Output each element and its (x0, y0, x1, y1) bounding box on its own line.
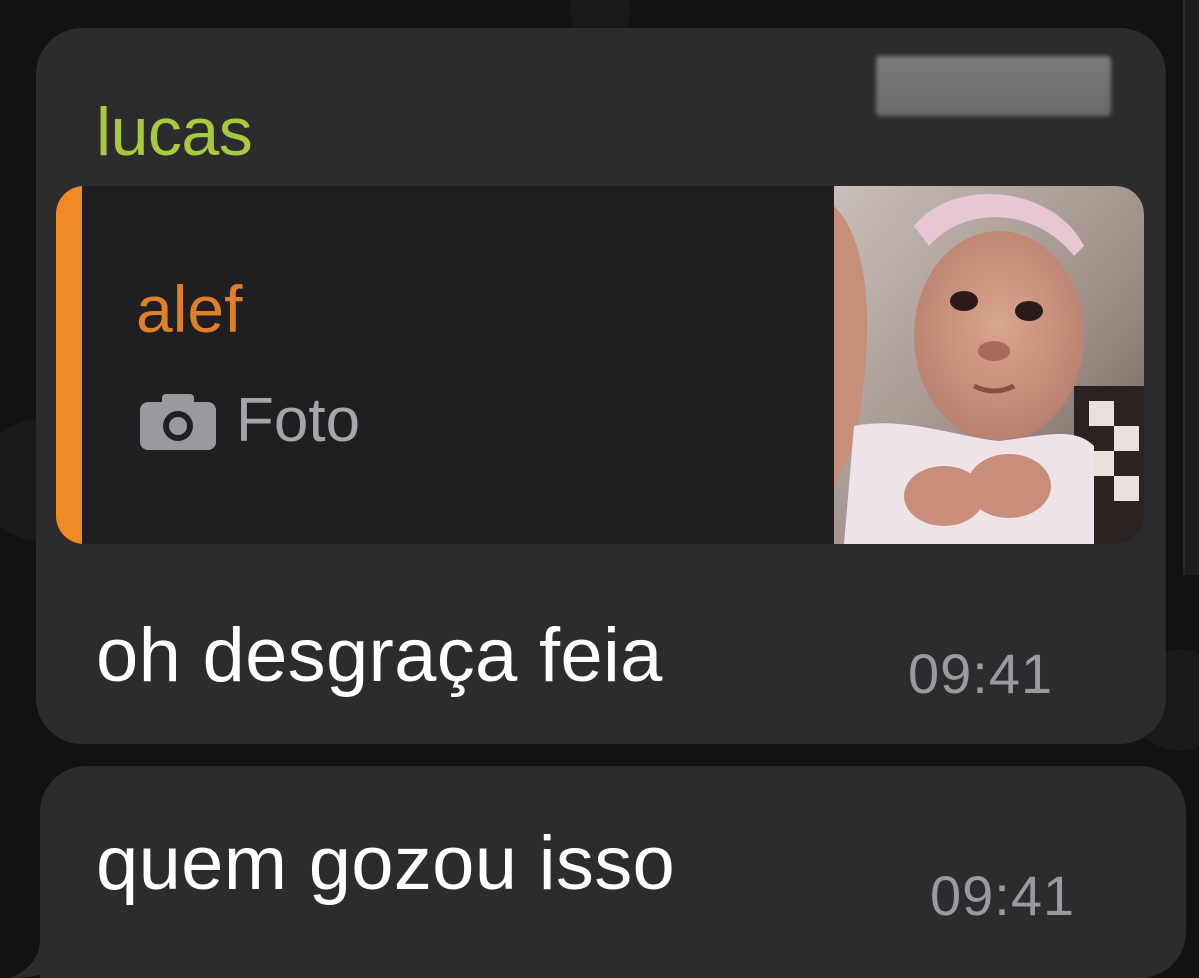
quoted-caption: Foto (138, 390, 360, 452)
baby-photo-image (834, 186, 1144, 544)
camera-icon (140, 394, 216, 450)
message-text: oh desgraça feia (96, 613, 663, 698)
quoted-caption-text: Foto (236, 386, 361, 455)
message-bubble[interactable]: lucas alef Foto oh desgraça feia 09:41 (36, 28, 1166, 744)
quoted-sender-name: alef (136, 272, 243, 346)
scrollbar-edge (1183, 0, 1199, 575)
message-bubble[interactable]: quem gozou isso 09:41 (40, 766, 1186, 978)
quoted-reply[interactable]: alef Foto (56, 186, 1144, 544)
redacted-area (876, 56, 1111, 116)
message-timestamp: 09:41 (908, 642, 1054, 705)
message-timestamp: 09:41 (930, 864, 1076, 927)
quote-accent-bar (56, 186, 82, 544)
quoted-photo-thumbnail[interactable] (834, 186, 1144, 544)
sender-name[interactable]: lucas (96, 98, 253, 166)
message-text: quem gozou isso (96, 821, 676, 906)
